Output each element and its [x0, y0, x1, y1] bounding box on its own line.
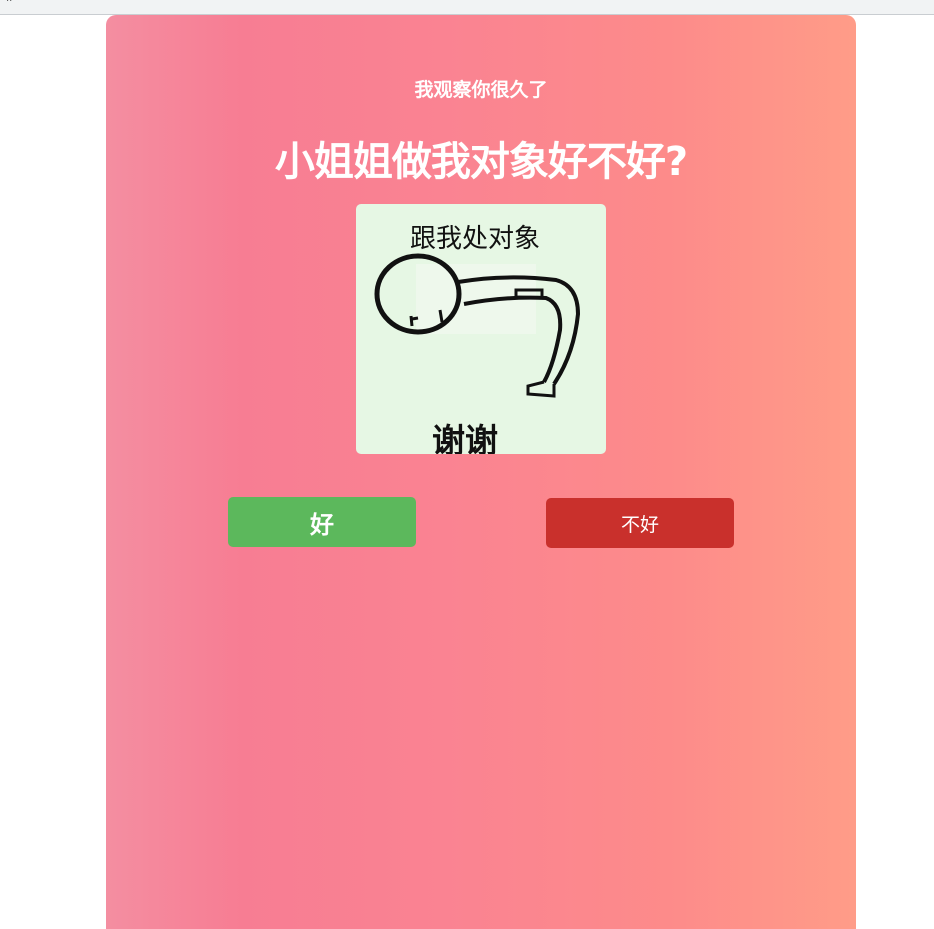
proposal-card: 我观察你很久了 小姐姐做我对象好不好? 跟我处对象 谢谢 好 不好 [106, 15, 856, 929]
page-title: 小姐姐做我对象好不好? [274, 139, 688, 185]
no-button[interactable]: 不好 [546, 498, 734, 548]
yes-button[interactable]: 好 [228, 497, 416, 547]
browser-top-bar: ·· [0, 0, 934, 15]
meme-image: 跟我处对象 谢谢 [356, 204, 606, 454]
toolbar-fragment-icon: ·· [6, 0, 13, 7]
page-subtitle: 我观察你很久了 [414, 79, 548, 101]
meme-caption-top: 跟我处对象 [410, 224, 541, 254]
meme-caption-bottom: 谢谢 [432, 421, 498, 454]
